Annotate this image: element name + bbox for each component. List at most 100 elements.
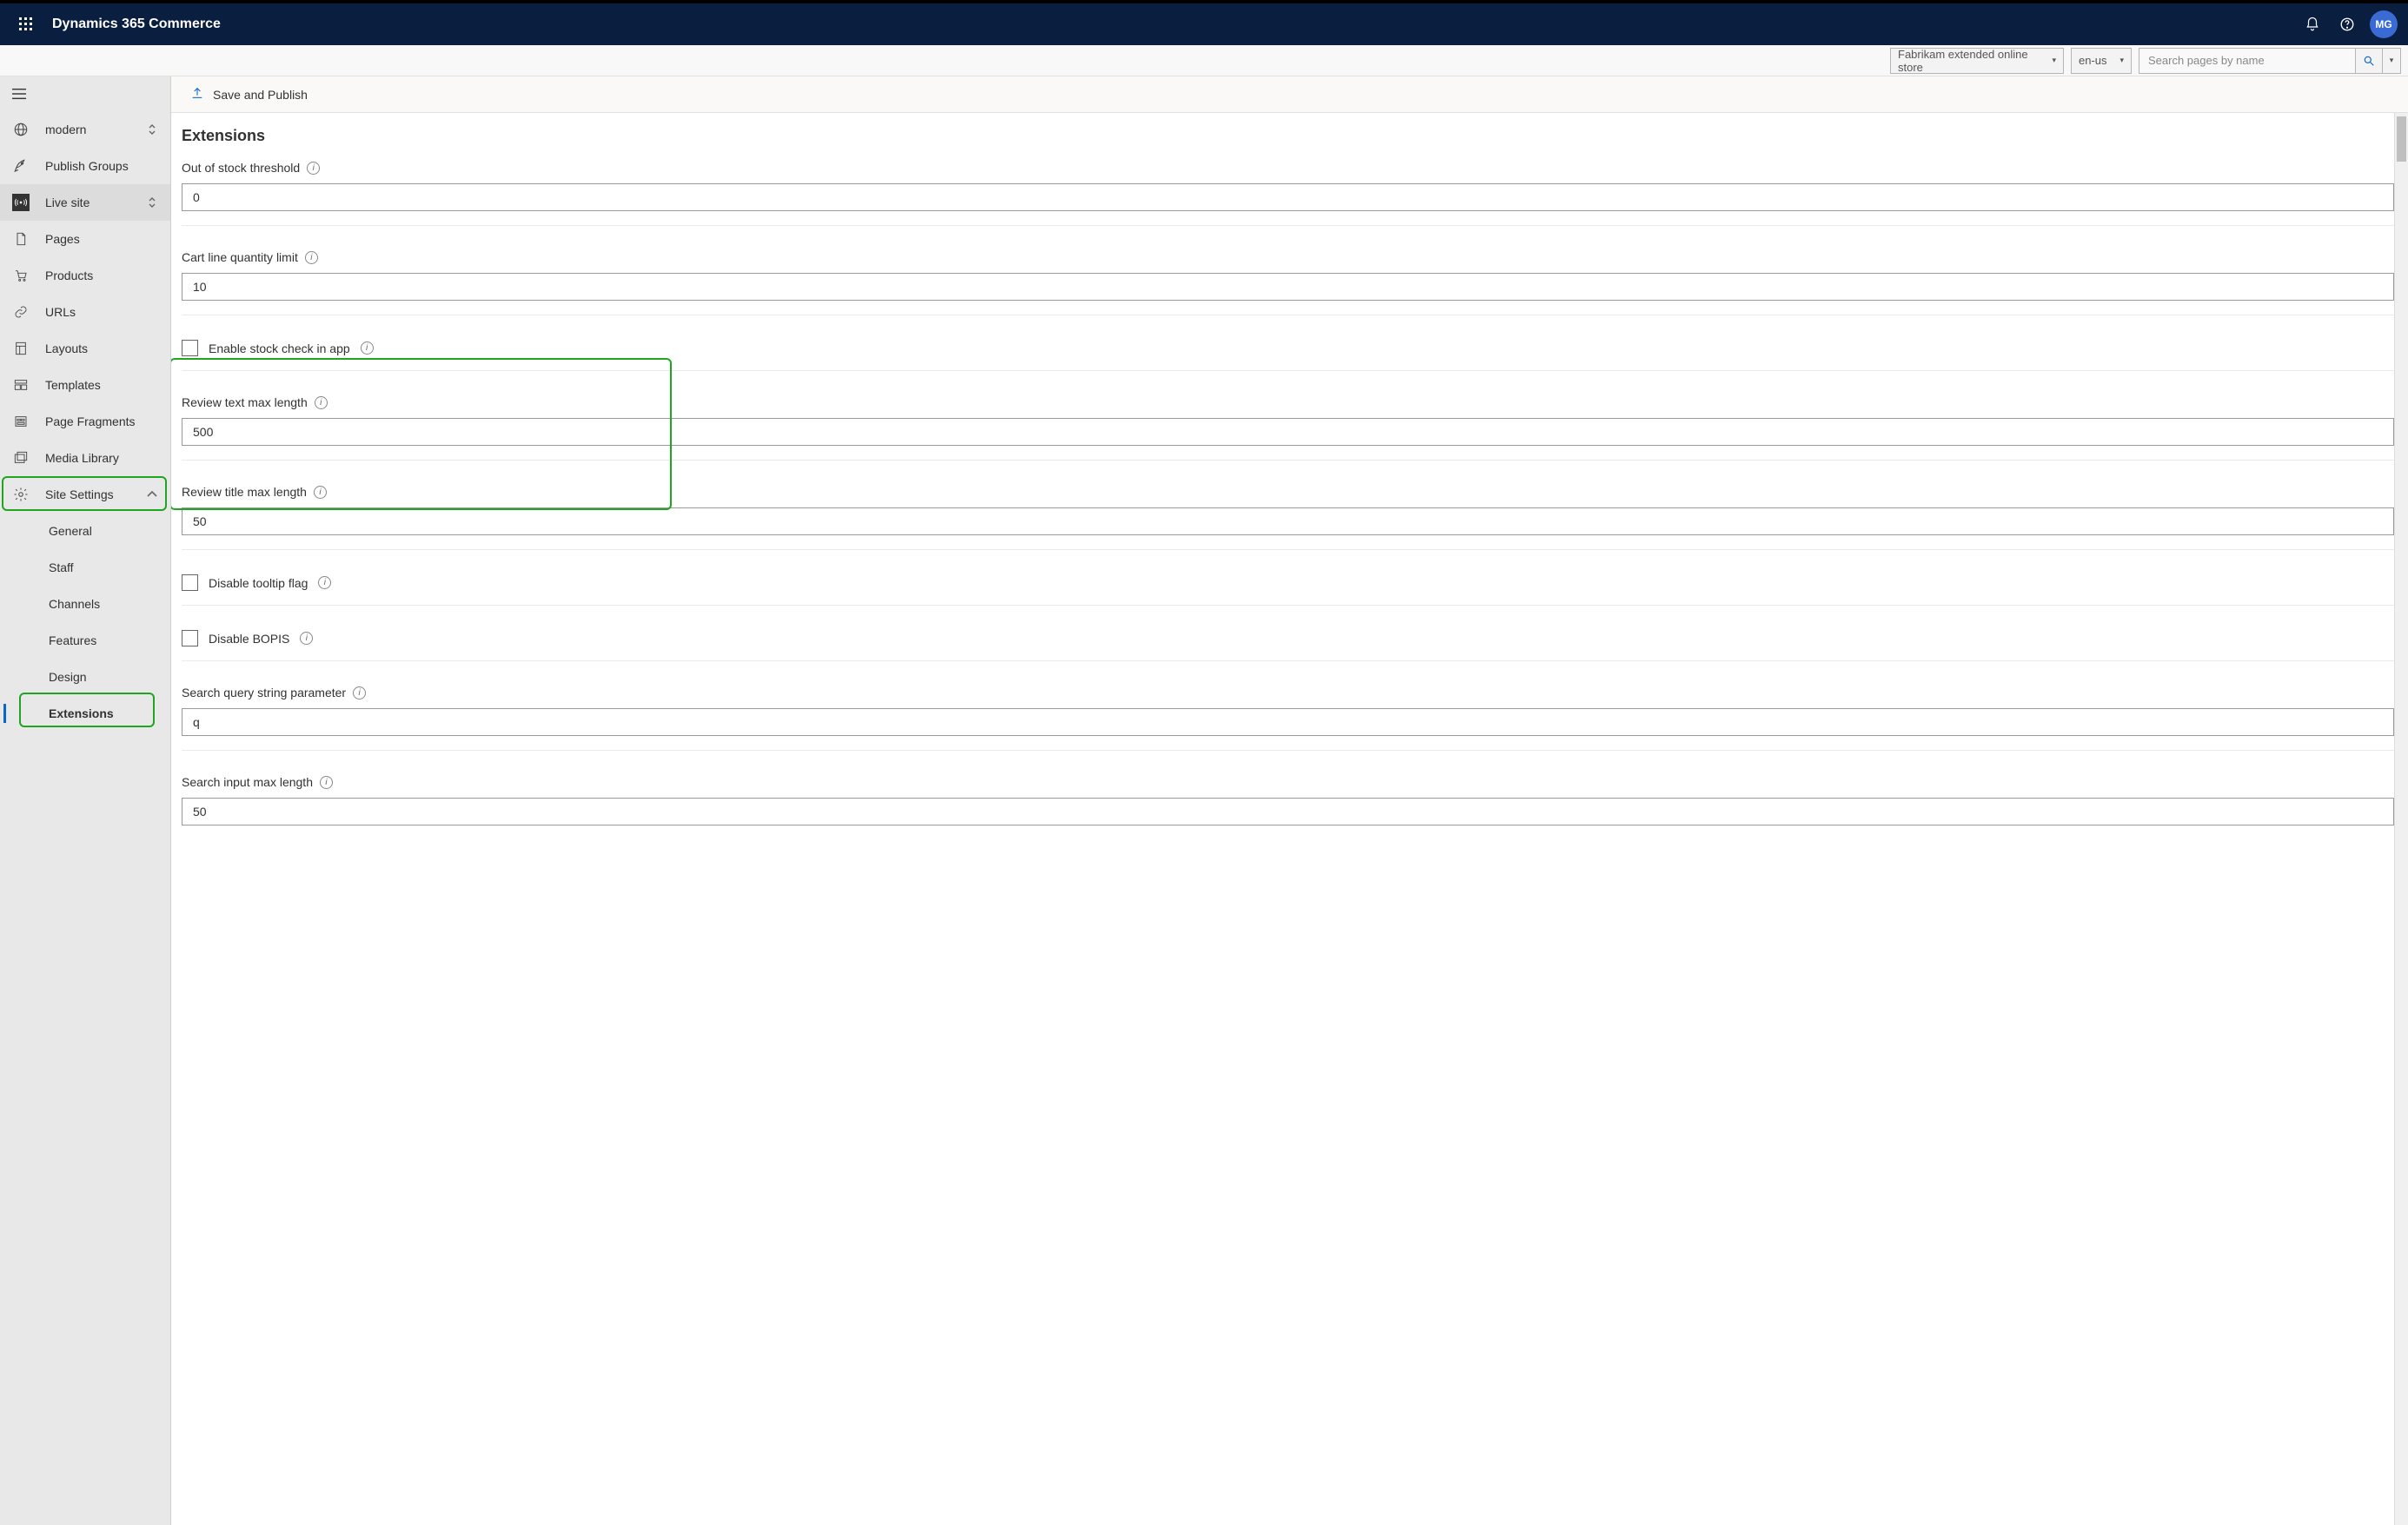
info-icon[interactable]: i (305, 251, 318, 264)
field-search-query-param: Search query string parameter i (182, 686, 2394, 751)
enable-stock-checkbox[interactable] (182, 340, 198, 356)
template-icon (12, 376, 30, 394)
search-dropdown[interactable]: ▾ (2382, 48, 2401, 74)
field-out-of-stock: Out of stock threshold i (182, 161, 2394, 226)
sidebar-sub-label: Extensions (49, 706, 114, 720)
sidebar-item-label: Media Library (45, 451, 158, 465)
sidebar-sub-extensions[interactable]: Extensions (0, 695, 170, 732)
app-title: Dynamics 365 Commerce (52, 17, 221, 32)
search-input[interactable] (2139, 48, 2356, 74)
sidebar-sub-label: Channels (49, 597, 100, 611)
info-icon[interactable]: i (300, 632, 313, 645)
sidebar-sub-label: Staff (49, 560, 74, 574)
info-icon[interactable]: i (320, 776, 333, 789)
sidebar-item-products[interactable]: Products (0, 257, 170, 294)
field-label: Disable BOPIS (209, 632, 289, 646)
sidebar-item-label: Layouts (45, 341, 158, 355)
sidebar-sub-features[interactable]: Features (0, 622, 170, 659)
help-icon[interactable] (2330, 3, 2365, 45)
field-enable-stock-check: Enable stock check in app i (182, 340, 2394, 371)
avatar[interactable]: MG (2370, 10, 2398, 38)
search-input-max-input[interactable] (182, 798, 2394, 825)
sidebar-item-label: Live site (45, 196, 130, 209)
field-review-text-max: Review text max length i (182, 395, 2394, 461)
media-icon (12, 449, 30, 467)
action-toolbar: Save and Publish (171, 76, 2408, 113)
locale-selector[interactable]: en-us ▾ (2071, 48, 2132, 74)
sidebar: modern Publish Groups Live site Pa (0, 76, 171, 1525)
sidebar-item-layouts[interactable]: Layouts (0, 330, 170, 367)
field-label: Cart line quantity limit (182, 250, 298, 264)
sidebar-sub-label: General (49, 524, 92, 538)
globe-icon (12, 121, 30, 138)
info-icon[interactable]: i (315, 396, 328, 409)
field-label: Review text max length (182, 395, 308, 409)
broadcast-icon (12, 194, 30, 211)
sidebar-item-label: URLs (45, 305, 158, 319)
main-content: Save and Publish Extensions Out of stock… (171, 76, 2408, 1525)
sidebar-sub-staff[interactable]: Staff (0, 549, 170, 586)
sidebar-sub-label: Features (49, 633, 96, 647)
page-title: Extensions (182, 127, 2394, 145)
review-title-max-input[interactable] (182, 507, 2394, 535)
field-label: Disable tooltip flag (209, 576, 308, 590)
chevron-down-icon: ▾ (2119, 56, 2124, 65)
field-label: Search query string parameter (182, 686, 346, 700)
sidebar-item-templates[interactable]: Templates (0, 367, 170, 403)
sidebar-item-label: Pages (45, 232, 158, 246)
disable-tooltip-checkbox[interactable] (182, 574, 198, 591)
field-review-title-max: Review title max length i (182, 485, 2394, 550)
page-icon (12, 230, 30, 248)
store-selector-label: Fabrikam extended online store (1898, 48, 2052, 74)
app-header: Dynamics 365 Commerce MG (0, 3, 2408, 45)
sub-header: Fabrikam extended online store ▾ en-us ▾… (0, 45, 2408, 76)
out-of-stock-input[interactable] (182, 183, 2394, 211)
info-icon[interactable]: i (314, 486, 327, 499)
search-button[interactable] (2356, 48, 2382, 74)
field-label: Out of stock threshold (182, 161, 300, 175)
disable-bopis-checkbox[interactable] (182, 630, 198, 646)
sidebar-item-label: Publish Groups (45, 159, 158, 173)
search-query-input[interactable] (182, 708, 2394, 736)
sidebar-sub-general[interactable]: General (0, 513, 170, 549)
field-search-input-max: Search input max length i (182, 775, 2394, 839)
scrollbar-thumb[interactable] (2397, 116, 2406, 162)
save-publish-button[interactable]: Save and Publish (213, 88, 308, 102)
sidebar-item-label: Products (45, 269, 158, 282)
sidebar-toggle[interactable] (0, 76, 170, 111)
field-label: Search input max length (182, 775, 313, 789)
rocket-icon (12, 157, 30, 175)
waffle-icon[interactable] (10, 9, 42, 40)
chevron-down-icon: ▾ (2390, 56, 2394, 65)
link-icon (12, 303, 30, 321)
store-selector[interactable]: Fabrikam extended online store ▾ (1890, 48, 2064, 74)
sidebar-item-site-settings[interactable]: Site Settings (0, 476, 170, 513)
scrollbar[interactable] (2394, 113, 2408, 1525)
sidebar-item-page-fragments[interactable]: Page Fragments (0, 403, 170, 440)
sidebar-item-modern[interactable]: modern (0, 111, 170, 148)
locale-selector-label: en-us (2079, 54, 2107, 67)
sidebar-item-label: Templates (45, 378, 158, 392)
upload-icon (190, 86, 204, 103)
sidebar-sub-design[interactable]: Design (0, 659, 170, 695)
review-text-max-input[interactable] (182, 418, 2394, 446)
updown-icon (146, 123, 158, 136)
cart-line-input[interactable] (182, 273, 2394, 301)
notifications-icon[interactable] (2295, 3, 2330, 45)
field-disable-tooltip: Disable tooltip flag i (182, 574, 2394, 606)
sidebar-item-label: modern (45, 123, 130, 136)
info-icon[interactable]: i (353, 686, 366, 700)
sidebar-item-media-library[interactable]: Media Library (0, 440, 170, 476)
cart-icon (12, 267, 30, 284)
sidebar-item-pages[interactable]: Pages (0, 221, 170, 257)
info-icon[interactable]: i (307, 162, 320, 175)
info-icon[interactable]: i (361, 341, 374, 355)
chevron-down-icon: ▾ (2052, 56, 2056, 65)
sidebar-item-live-site[interactable]: Live site (0, 184, 170, 221)
sidebar-item-urls[interactable]: URLs (0, 294, 170, 330)
sidebar-item-publish-groups[interactable]: Publish Groups (0, 148, 170, 184)
info-icon[interactable]: i (318, 576, 331, 589)
sidebar-sub-channels[interactable]: Channels (0, 586, 170, 622)
gear-icon (12, 486, 30, 503)
field-label: Enable stock check in app (209, 341, 350, 355)
